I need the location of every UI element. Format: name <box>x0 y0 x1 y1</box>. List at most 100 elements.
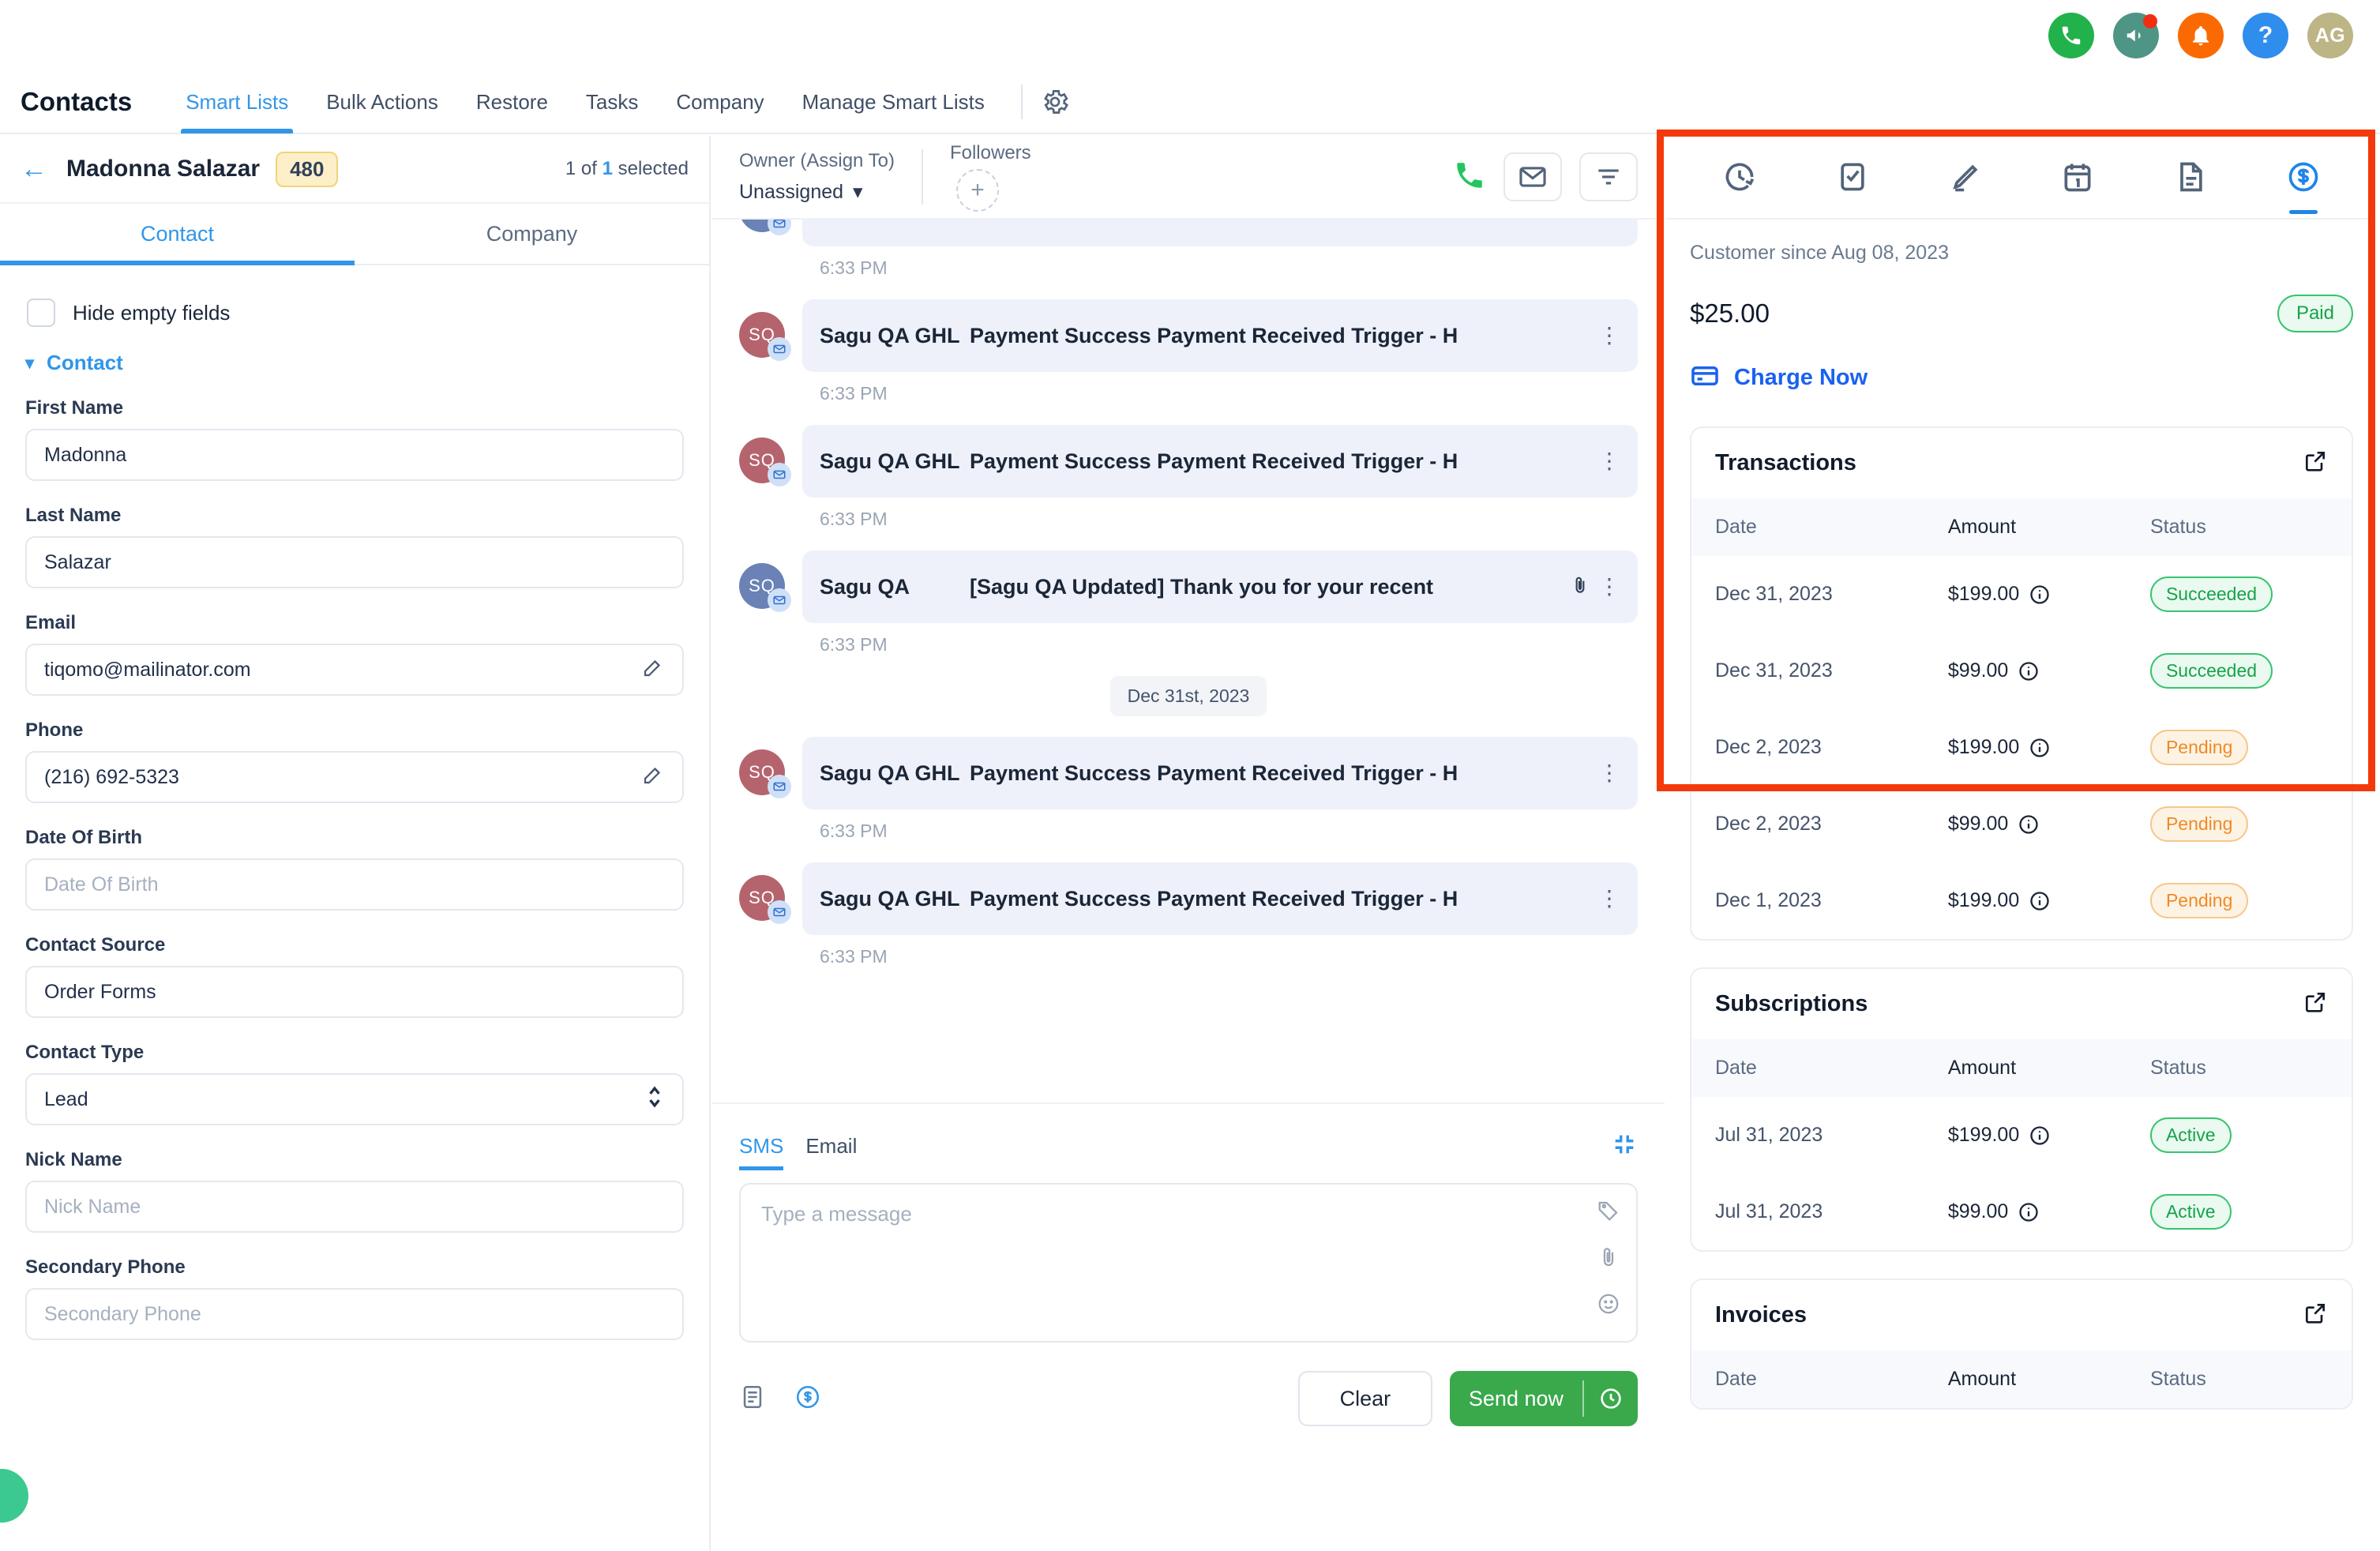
date-of-birth-input[interactable]: Date Of Birth <box>25 858 684 911</box>
tab-tasks[interactable] <box>1835 136 1870 219</box>
message-sender: Sagu QA GHL <box>820 886 960 911</box>
last-name-input[interactable]: Salazar <box>25 536 684 588</box>
table-row[interactable]: Jul 31, 2023 $99.00 Active <box>1691 1174 2352 1250</box>
composer-tab-email[interactable]: Email <box>805 1121 857 1170</box>
add-follower-button[interactable]: + <box>955 169 999 212</box>
gear-icon[interactable] <box>1040 87 1070 117</box>
send-now-button[interactable]: Send now <box>1449 1371 1638 1426</box>
filter-icon-button[interactable] <box>1579 152 1638 201</box>
tab-company[interactable]: Company <box>657 70 783 133</box>
more-options-icon[interactable]: ⋮ <box>1598 888 1620 910</box>
table-row[interactable]: Dec 31, 2023 $199.00 Succeeded <box>1691 556 2352 633</box>
hide-empty-fields-checkbox[interactable] <box>27 299 55 327</box>
user-avatar[interactable]: AG <box>2307 13 2353 58</box>
field-contact-type: Contact Type Lead <box>25 1042 684 1125</box>
tab-payments[interactable] <box>2286 136 2321 219</box>
pencil-icon[interactable] <box>641 655 665 685</box>
more-options-icon[interactable]: ⋮ <box>1598 450 1620 472</box>
composer-tab-sms[interactable]: SMS <box>739 1121 784 1170</box>
phone-input[interactable]: (216) 692-5323 <box>25 751 684 803</box>
message-bubble[interactable]: Sagu QA GHL Payment Success Payment Rece… <box>802 862 1638 935</box>
call-icon[interactable] <box>1453 159 1486 196</box>
row-status-cell: Active <box>2149 1194 2328 1230</box>
tab-tasks[interactable]: Tasks <box>567 70 657 133</box>
external-link-icon[interactable] <box>2303 1301 2328 1330</box>
contact-section-header[interactable]: ▾ Contact <box>25 351 684 375</box>
back-arrow-icon[interactable]: ← <box>21 156 47 182</box>
tab-manage-smart-lists[interactable]: Manage Smart Lists <box>783 70 1004 133</box>
more-options-icon[interactable]: ⋮ <box>1598 762 1620 784</box>
bell-icon-button[interactable] <box>2178 13 2224 58</box>
payment-icon[interactable] <box>794 1384 821 1414</box>
table-row[interactable]: Dec 1, 2023 $199.00 Pending <box>1691 862 2352 939</box>
tab-restore[interactable]: Restore <box>457 70 567 133</box>
secondary-phone-input[interactable]: Secondary Phone <box>25 1288 684 1340</box>
contact-company-tabs: Contact Company <box>0 204 709 265</box>
template-icon[interactable] <box>739 1384 766 1414</box>
info-icon[interactable] <box>2018 813 2040 836</box>
message-bubble[interactable]: Sagu QA GHL Payment Success Payment Rece… <box>802 299 1638 372</box>
hide-empty-fields-row[interactable]: Hide empty fields <box>27 299 684 327</box>
tab-company-detail[interactable]: Company <box>355 204 709 264</box>
contact-source-input[interactable]: Order Forms <box>25 966 684 1018</box>
external-link-icon[interactable] <box>2303 990 2328 1019</box>
message-bubble[interactable]: Sagu QA GHL Payment Success Payment Rece… <box>802 425 1638 498</box>
tab-contact[interactable]: Contact <box>0 204 355 265</box>
message-input[interactable]: Type a message <box>739 1183 1638 1343</box>
message-bubble[interactable]: Sagu QA [Sagu QA Updated] Thank you for … <box>802 550 1638 623</box>
info-icon[interactable] <box>2018 660 2040 682</box>
table-row[interactable]: Dec 2, 2023 $199.00 Pending <box>1691 709 2352 786</box>
charge-now-button[interactable]: Charge Now <box>1690 361 2353 395</box>
tab-activity[interactable] <box>1722 136 1757 219</box>
nick-name-input[interactable]: Nick Name <box>25 1181 684 1233</box>
tag-icon[interactable] <box>1597 1199 1620 1226</box>
attachment-icon[interactable] <box>1597 1245 1620 1273</box>
floating-action-button[interactable] <box>0 1469 28 1523</box>
email-input[interactable]: tiqomo@mailinator.com <box>25 644 684 696</box>
message-row[interactable]: SQ <box>739 220 1638 246</box>
collapse-icon[interactable] <box>1611 1131 1638 1162</box>
info-icon[interactable] <box>2029 890 2051 912</box>
owner-select[interactable]: Unassigned ▾ <box>739 180 895 204</box>
tab-smart-lists[interactable]: Smart Lists <box>167 70 307 133</box>
subscriptions-card-header: Subscriptions <box>1691 969 2352 1039</box>
info-icon[interactable] <box>2029 584 2051 606</box>
clear-button[interactable]: Clear <box>1297 1371 1432 1426</box>
external-link-icon[interactable] <box>2303 449 2328 478</box>
message-bubble[interactable] <box>802 220 1638 246</box>
message-row[interactable]: SQ Sagu QA GHL Payment Success Payment R… <box>739 299 1638 372</box>
message-row[interactable]: SQ Sagu QA GHL Payment Success Payment R… <box>739 737 1638 809</box>
info-icon[interactable] <box>2029 737 2051 759</box>
table-row[interactable]: Dec 2, 2023 $99.00 Pending <box>1691 786 2352 862</box>
info-icon[interactable] <box>2029 1125 2051 1147</box>
message-bubble[interactable]: Sagu QA GHL Payment Success Payment Rece… <box>802 737 1638 809</box>
schedule-clock-icon[interactable] <box>1584 1386 1638 1411</box>
contact-type-value: Lead <box>44 1087 88 1110</box>
credit-card-icon <box>1690 361 1720 395</box>
email-icon-button[interactable] <box>1503 152 1562 201</box>
phone-icon-button[interactable] <box>2048 13 2094 58</box>
tab-documents[interactable] <box>2173 136 2208 219</box>
message-row[interactable]: SQ Sagu QA GHL Payment Success Payment R… <box>739 425 1638 498</box>
message-row[interactable]: SQ Sagu QA GHL Payment Success Payment R… <box>739 862 1638 935</box>
emoji-icon[interactable] <box>1597 1292 1620 1320</box>
help-icon-button[interactable]: ? <box>2243 13 2288 58</box>
attachment-icon[interactable] <box>1570 573 1590 601</box>
megaphone-icon-button[interactable] <box>2113 13 2159 58</box>
hide-empty-fields-label: Hide empty fields <box>73 300 231 325</box>
more-options-icon[interactable]: ⋮ <box>1598 325 1620 347</box>
col-date: Date <box>1715 1057 1757 1079</box>
contact-type-select[interactable]: Lead <box>25 1073 684 1125</box>
info-icon[interactable] <box>2018 1201 2040 1223</box>
selected-count: 1 <box>602 158 613 179</box>
tab-notes[interactable] <box>1948 136 1983 219</box>
tab-appointments[interactable] <box>2060 136 2095 219</box>
pencil-icon[interactable] <box>641 763 665 792</box>
table-row[interactable]: Jul 31, 2023 $199.00 Active <box>1691 1097 2352 1174</box>
table-row[interactable]: Dec 31, 2023 $99.00 Succeeded <box>1691 633 2352 709</box>
message-thread[interactable]: SQ 6:33 PM SQ <box>712 220 1665 1072</box>
tab-bulk-actions[interactable]: Bulk Actions <box>307 70 457 133</box>
first-name-input[interactable]: Madonna <box>25 429 684 481</box>
more-options-icon[interactable]: ⋮ <box>1598 576 1620 598</box>
message-row[interactable]: SQ Sagu QA [Sagu QA Updated] Thank you f… <box>739 550 1638 623</box>
